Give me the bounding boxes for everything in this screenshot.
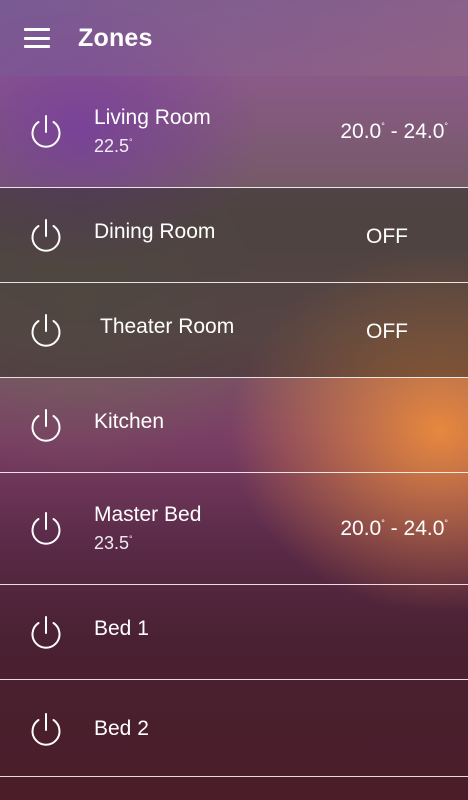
- zone-status: OFF: [366, 225, 408, 248]
- power-icon[interactable]: [26, 406, 66, 446]
- power-icon[interactable]: [26, 216, 66, 256]
- zone-name: Master Bed: [94, 503, 202, 526]
- zone-row-master-bed[interactable]: Master Bed 23.5° 20.0° - 24.0°: [0, 473, 468, 585]
- zone-list: Living Room 22.5° 20.0° - 24.0° Dining R…: [0, 76, 468, 777]
- zone-name: Bed 1: [94, 617, 149, 640]
- zone-name: Bed 2: [94, 717, 149, 740]
- power-icon[interactable]: [26, 112, 66, 152]
- app-bar: Zones: [0, 0, 468, 76]
- power-icon[interactable]: [26, 509, 66, 549]
- zone-setpoint-range: 20.0° - 24.0°: [340, 517, 448, 540]
- zone-row-bed-2[interactable]: Bed 2: [0, 680, 468, 777]
- zone-row-bed-1[interactable]: Bed 1: [0, 585, 468, 680]
- zone-row-dining-room[interactable]: Dining Room OFF: [0, 188, 468, 283]
- power-icon[interactable]: [26, 710, 66, 750]
- zone-row-theater-room[interactable]: Theater Room OFF: [0, 283, 468, 378]
- power-icon[interactable]: [26, 613, 66, 653]
- zone-status: OFF: [366, 320, 408, 343]
- zone-row-living-room[interactable]: Living Room 22.5° 20.0° - 24.0°: [0, 76, 468, 188]
- zone-name: Living Room: [94, 106, 211, 129]
- page-title: Zones: [78, 23, 153, 52]
- zone-name: Dining Room: [94, 220, 216, 243]
- zone-current-temp: 22.5°: [94, 136, 133, 156]
- zone-current-temp: 23.5°: [94, 533, 133, 553]
- menu-icon[interactable]: [24, 28, 50, 48]
- zone-name: Kitchen: [94, 410, 165, 433]
- zone-setpoint-range: 20.0° - 24.0°: [340, 120, 448, 143]
- zone-row-kitchen[interactable]: Kitchen: [0, 378, 468, 473]
- zone-name: Theater Room: [100, 315, 235, 338]
- power-icon[interactable]: [26, 311, 66, 351]
